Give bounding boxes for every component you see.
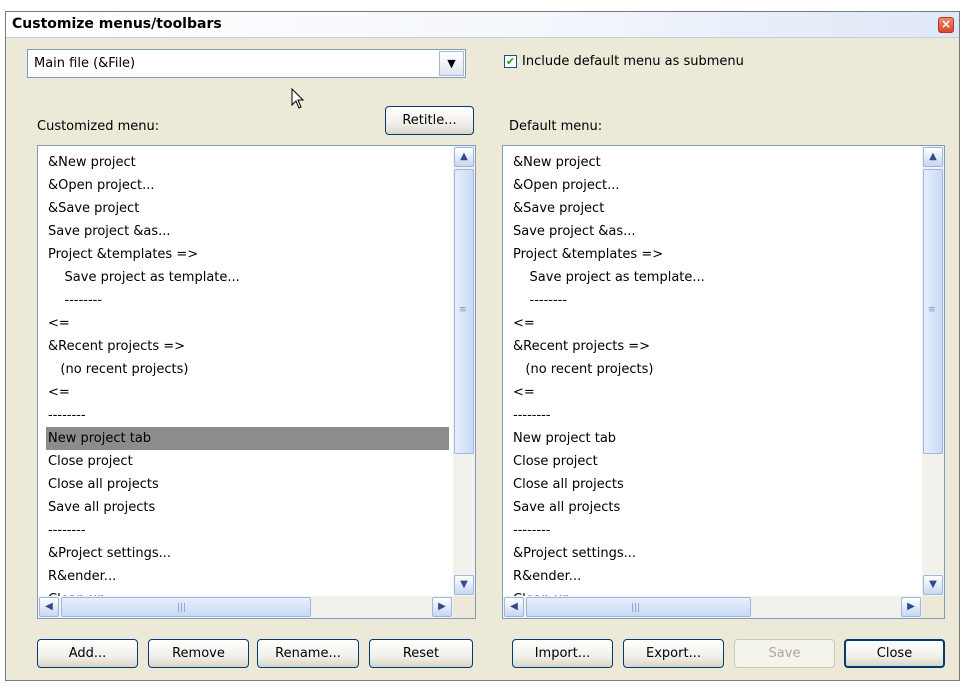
default-items: &New project &Open project... &Save projec… (511, 151, 918, 611)
scroll-thumb[interactable]: ≡ (454, 169, 474, 454)
list-item[interactable]: Project &templates => (511, 243, 918, 266)
list-item[interactable]: &Save project (511, 197, 918, 220)
list-item[interactable]: <= (511, 312, 918, 335)
close-button[interactable]: Close (844, 639, 945, 668)
scroll-up-icon[interactable]: ▲ (454, 147, 474, 167)
list-item[interactable]: Save project &as... (46, 220, 449, 243)
default-menu-label: Default menu: (509, 119, 603, 134)
list-item[interactable]: R&ender... (511, 565, 918, 588)
scroll-right-icon[interactable]: ▶ (432, 597, 452, 617)
customized-menu-label: Customized menu: (37, 119, 160, 134)
list-item[interactable]: Save all projects (46, 496, 449, 519)
list-item[interactable]: Close project (46, 450, 449, 473)
list-item[interactable]: &New project (46, 151, 449, 174)
list-item[interactable]: Close project (511, 450, 918, 473)
list-item[interactable]: (no recent projects) (511, 358, 918, 381)
list-item[interactable]: -------- (46, 289, 449, 312)
retitle-button[interactable]: Retitle... (385, 106, 474, 135)
default-menu-list[interactable]: &New project &Open project... &Save projec… (502, 145, 945, 619)
scroll-down-icon[interactable]: ▼ (454, 575, 474, 595)
grip-h-icon: ||| (177, 603, 187, 613)
list-item[interactable]: <= (511, 381, 918, 404)
list-item[interactable]: -------- (46, 519, 449, 542)
add-button[interactable]: Add... (37, 639, 138, 668)
list-item[interactable]: &Save project (46, 197, 449, 220)
list-item[interactable]: &Project settings... (511, 542, 918, 565)
scroll-thumb-h[interactable]: ||| (526, 597, 751, 617)
list-item[interactable]: -------- (46, 404, 449, 427)
menu-select-value: Main file (&File) (34, 56, 136, 71)
list-item[interactable]: &Recent projects => (511, 335, 918, 358)
menu-select[interactable]: Main file (&File) ▼ (27, 49, 466, 78)
list-item[interactable]: Save all projects (511, 496, 918, 519)
grip-icon: ≡ (928, 305, 936, 315)
scroll-corner (922, 596, 944, 618)
export-button[interactable]: Export... (623, 639, 724, 668)
list-item[interactable]: Close all projects (46, 473, 449, 496)
list-item[interactable]: <= (46, 381, 449, 404)
horizontal-scrollbar[interactable]: ◀ ||| ▶ (503, 596, 922, 618)
scroll-up-icon[interactable]: ▲ (923, 147, 943, 167)
list-item[interactable]: (no recent projects) (46, 358, 449, 381)
list-item[interactable]: Save project as template... (511, 266, 918, 289)
customized-menu-list[interactable]: &New project &Open project... &Save projec… (37, 145, 476, 619)
dialog-title: Customize menus/toolbars (12, 16, 222, 32)
list-item[interactable]: Save project as template... (46, 266, 449, 289)
list-item[interactable]: New project tab (511, 427, 918, 450)
scroll-left-icon[interactable]: ◀ (504, 597, 524, 617)
list-item[interactable]: New project tab (46, 427, 449, 450)
list-item[interactable]: &Open project... (46, 174, 449, 197)
list-item[interactable]: <= (46, 312, 449, 335)
scroll-right-icon[interactable]: ▶ (901, 597, 921, 617)
checkbox-check-icon[interactable]: ✔ (504, 55, 517, 68)
close-icon[interactable]: × (938, 17, 954, 33)
save-button[interactable]: Save (734, 639, 835, 668)
list-item[interactable]: Close all projects (511, 473, 918, 496)
reset-button[interactable]: Reset (369, 639, 473, 668)
scroll-thumb[interactable]: ≡ (923, 169, 943, 454)
rename-button[interactable]: Rename... (257, 639, 359, 668)
import-button[interactable]: Import... (512, 639, 613, 668)
horizontal-scrollbar[interactable]: ◀ ||| ▶ (38, 596, 453, 618)
scroll-thumb-h[interactable]: ||| (61, 597, 311, 617)
list-item[interactable]: &Open project... (511, 174, 918, 197)
chevron-down-icon[interactable]: ▼ (439, 51, 464, 76)
grip-icon: ≡ (459, 305, 467, 315)
mouse-cursor-icon (291, 88, 305, 109)
grip-h-icon: ||| (631, 603, 641, 613)
list-item[interactable]: -------- (511, 519, 918, 542)
list-item[interactable]: -------- (511, 289, 918, 312)
scroll-down-icon[interactable]: ▼ (923, 575, 943, 595)
list-item[interactable]: Project &templates => (46, 243, 449, 266)
scroll-corner (453, 596, 475, 618)
include-default-label: Include default menu as submenu (522, 54, 744, 69)
list-item[interactable]: &Recent projects => (46, 335, 449, 358)
vertical-scrollbar[interactable]: ▲ ≡ ▼ (453, 146, 475, 596)
list-item[interactable]: R&ender... (46, 565, 449, 588)
list-item[interactable]: &New project (511, 151, 918, 174)
remove-button[interactable]: Remove (148, 639, 249, 668)
customized-items: &New project &Open project... &Save projec… (46, 151, 449, 611)
vertical-scrollbar[interactable]: ▲ ≡ ▼ (922, 146, 944, 596)
list-item[interactable]: Save project &as... (511, 220, 918, 243)
list-item[interactable]: -------- (511, 404, 918, 427)
list-item[interactable]: &Project settings... (46, 542, 449, 565)
scroll-left-icon[interactable]: ◀ (39, 597, 59, 617)
title-bar: Customize menus/toolbars × (6, 12, 959, 38)
